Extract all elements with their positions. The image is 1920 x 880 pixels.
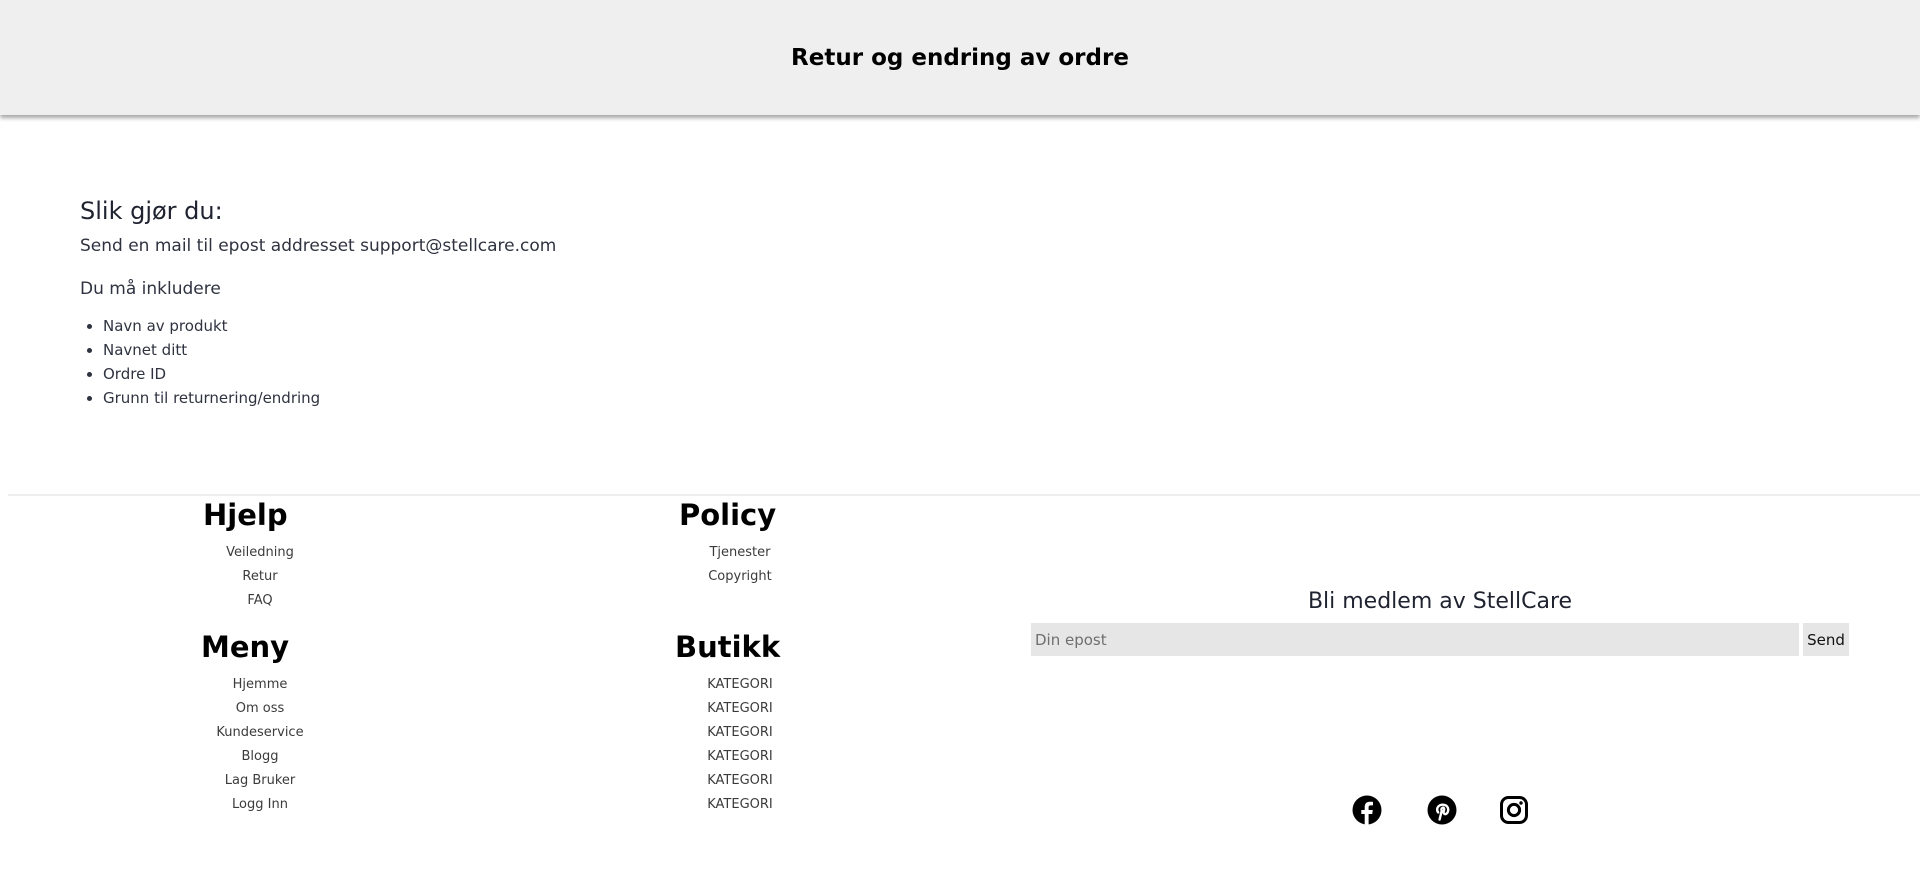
footer-help-section: Hjelp xyxy=(203,497,288,533)
footer-policy-title: Policy xyxy=(679,498,777,532)
list-item: Navn av produkt xyxy=(103,314,556,338)
footer-link-kategori[interactable]: KATEGORI xyxy=(707,745,773,769)
footer-policy-links: Tjenester Copyright xyxy=(690,541,790,589)
footer-link-faq[interactable]: FAQ xyxy=(247,589,272,613)
list-item: Navnet ditt xyxy=(103,338,556,362)
footer-divider xyxy=(8,494,1920,496)
newsletter-email-input[interactable] xyxy=(1031,623,1799,656)
footer-link-veiledning[interactable]: Veiledning xyxy=(226,541,294,565)
footer-link-hjemme[interactable]: Hjemme xyxy=(233,673,288,697)
footer-menu-links: Hjemme Om oss Kundeservice Blogg Lag Bru… xyxy=(200,673,320,817)
facebook-icon[interactable] xyxy=(1352,795,1382,825)
footer-link-kategori[interactable]: KATEGORI xyxy=(707,721,773,745)
footer-policy-section: Policy xyxy=(679,497,776,533)
footer-menu-title: Meny xyxy=(201,630,290,664)
footer-link-tjenester[interactable]: Tjenester xyxy=(709,541,770,565)
footer-link-blogg[interactable]: Blogg xyxy=(242,745,279,769)
footer-link-retur[interactable]: Retur xyxy=(242,565,277,589)
include-label: Du må inkludere xyxy=(80,279,221,299)
footer-shop-title: Butikk xyxy=(675,630,781,664)
return-instructions: Slik gjør du: Send en mail til epost add… xyxy=(80,195,556,410)
footer-shop-links: KATEGORI KATEGORI KATEGORI KATEGORI KATE… xyxy=(690,673,790,817)
list-item: Grunn til returnering/endring xyxy=(103,386,556,410)
requirements-list: Navn av produkt Navnet ditt Ordre ID Gru… xyxy=(80,314,556,410)
footer-link-kundeservice[interactable]: Kundeservice xyxy=(216,721,303,745)
footer-link-lag-bruker[interactable]: Lag Bruker xyxy=(225,769,296,793)
newsletter-title: Bli medlem av StellCare xyxy=(1307,589,1573,614)
footer-link-kategori[interactable]: KATEGORI xyxy=(707,697,773,721)
footer-shop-section: Butikk xyxy=(675,629,780,665)
footer-menu-section: Meny xyxy=(201,629,289,665)
footer-link-kategori[interactable]: KATEGORI xyxy=(707,769,773,793)
footer-link-kategori[interactable]: KATEGORI xyxy=(707,793,773,817)
footer-link-kategori[interactable]: KATEGORI xyxy=(707,673,773,697)
footer-help-title: Hjelp xyxy=(203,498,288,532)
newsletter-send-button[interactable]: Send xyxy=(1803,623,1849,656)
page-title: Retur og endring av ordre xyxy=(791,44,1129,71)
footer-help-links: Veiledning Retur FAQ xyxy=(210,541,310,613)
instagram-icon[interactable] xyxy=(1499,795,1529,825)
instruction-text: Send en mail til epost addresset support… xyxy=(80,236,557,256)
page-header: Retur og endring av ordre xyxy=(0,0,1920,115)
pinterest-icon[interactable] xyxy=(1427,795,1457,825)
footer-link-logg-inn[interactable]: Logg Inn xyxy=(232,793,288,817)
footer-link-copyright[interactable]: Copyright xyxy=(708,565,772,589)
instructions-heading: Slik gjør du: xyxy=(80,197,223,225)
footer-link-om-oss[interactable]: Om oss xyxy=(236,697,285,721)
list-item: Ordre ID xyxy=(103,362,556,386)
